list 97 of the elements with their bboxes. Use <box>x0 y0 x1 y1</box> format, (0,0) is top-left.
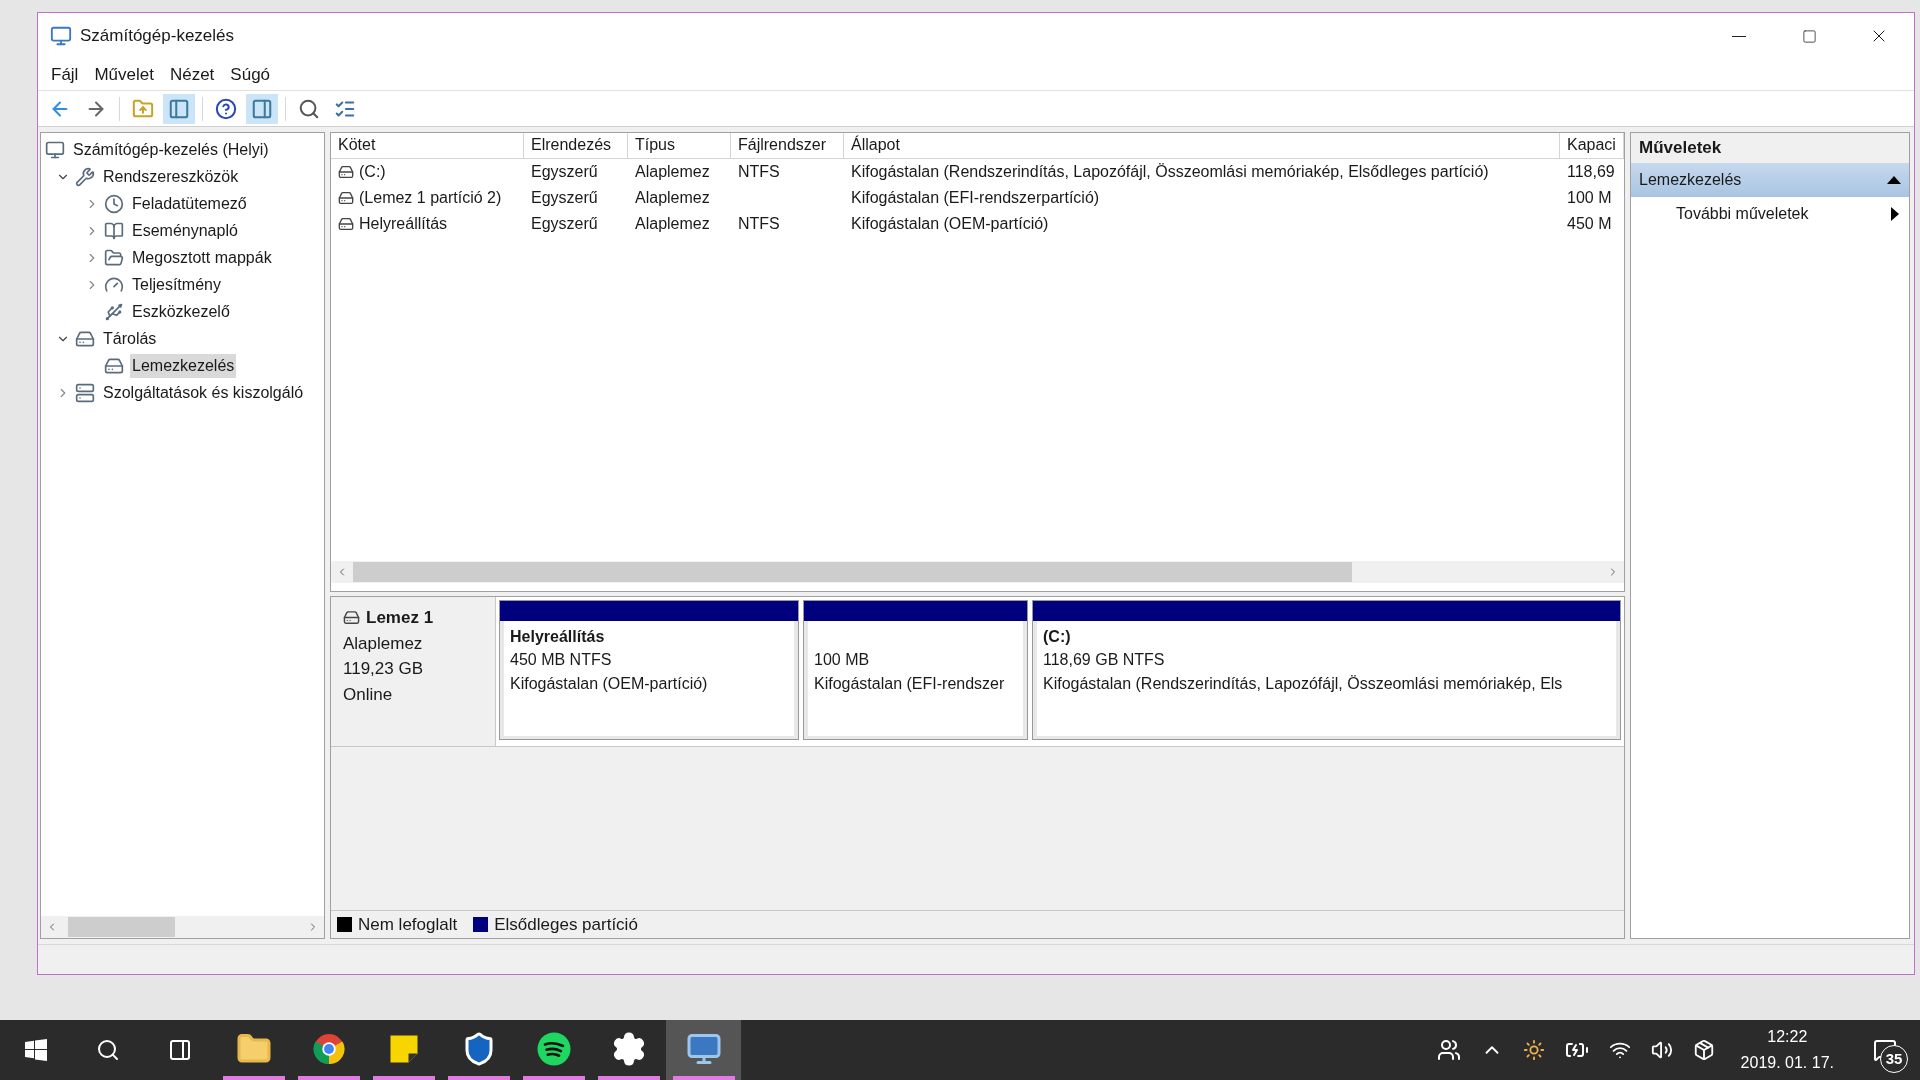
column-header[interactable]: Fájlrendszer <box>731 133 844 158</box>
table-cell-text: 118,69 <box>1567 162 1615 182</box>
partition-block[interactable]: Helyreállítás 450 MB NTFS Kifogástalan (OEM-partíció) <box>499 600 799 740</box>
partition-status: Kifogástalan (Rendszerindítás, Lapozófájl, Összeomlási memóriakép, Els <box>1043 674 1564 694</box>
maximize-icon <box>1801 28 1817 44</box>
clock[interactable]: 12:22 2019. 01. 17. <box>1734 1024 1840 1076</box>
column-header[interactable]: Állapot <box>844 133 1560 158</box>
table-cell-text: NTFS <box>738 162 780 182</box>
tree-node-icon <box>104 193 124 214</box>
tree-node-icon <box>104 301 124 322</box>
search-icon <box>96 1038 120 1062</box>
table-cell-text: Alaplemez <box>635 214 710 234</box>
monitor-icon <box>685 1031 722 1067</box>
table-cell-text: Kifogástalan (Rendszerindítás, Lapozófájl, Összeomlási memóriakép, Elsődleges partíció) <box>851 162 1489 182</box>
tree-item[interactable]: Megosztott mappák <box>130 245 274 270</box>
left-pane-icon <box>168 97 190 120</box>
table-cell-text: 100 M <box>1567 188 1612 208</box>
action-item[interactable]: További műveletek <box>1631 197 1909 231</box>
table-cell-text: (C:) <box>359 162 386 182</box>
volume-icon <box>338 190 354 206</box>
column-header[interactable]: Kapaci <box>1560 133 1624 158</box>
partition-size: 450 MB NTFS <box>510 650 613 670</box>
right-pane-icon <box>251 97 273 120</box>
tree-item[interactable]: Rendszereszközök <box>101 164 241 189</box>
tree-item[interactable]: Teljesítmény <box>130 272 223 297</box>
menu-item[interactable]: Súgó <box>223 61 278 88</box>
tree-node-icon <box>45 139 65 160</box>
disk-size: 119,23 GB <box>343 658 425 680</box>
magnifier-icon <box>298 97 320 120</box>
tree-node-icon <box>75 382 95 403</box>
volume-icon <box>338 164 354 180</box>
horizontal-scrollbar[interactable] <box>41 916 324 938</box>
column-header[interactable]: Kötet <box>331 133 524 158</box>
windows-logo-icon <box>24 1038 48 1062</box>
browser-icon <box>310 1031 347 1067</box>
tree-item[interactable]: Lemezkezelés <box>130 353 237 378</box>
disk-status: Online <box>343 683 394 706</box>
partition-size: 118,69 GB NTFS <box>1043 650 1166 670</box>
column-header[interactable]: Típus <box>628 133 731 158</box>
collapse-triangle-icon <box>1887 176 1901 184</box>
table-cell-text: Alaplemez <box>635 162 710 182</box>
partition-block[interactable]: 100 MB Kifogástalan (EFI-rendszer <box>803 600 1028 740</box>
table-cell-text: Helyreállítás <box>359 214 448 234</box>
partition-status: Kifogástalan (EFI-rendszer <box>814 674 1006 694</box>
tree-item[interactable]: Tárolás <box>101 326 159 351</box>
disk-name: Lemez 1 <box>366 607 434 629</box>
toolbar-button[interactable] <box>163 93 195 124</box>
table-cell-text: Kifogástalan (EFI-rendszerpartíció) <box>851 188 1100 208</box>
actions-section-header[interactable]: Lemezkezelés <box>1631 163 1909 197</box>
weather-icon[interactable] <box>1522 1039 1545 1061</box>
help-icon <box>215 97 237 120</box>
tree-node-icon <box>104 247 124 268</box>
table-cell-text: 450 M <box>1567 214 1612 234</box>
toolbar-button[interactable] <box>246 93 278 124</box>
window-title: Számítógép-kezelés <box>80 25 236 48</box>
tree-item[interactable]: Szolgáltatások és kiszolgáló <box>101 380 306 405</box>
legend-label: Nem lefoglalt <box>358 913 458 936</box>
table-cell-text: Egyszerű <box>531 214 598 234</box>
task-view-icon <box>168 1038 192 1062</box>
table-cell-text: Alaplemez <box>635 188 710 208</box>
volume-icon <box>338 216 354 232</box>
tree-item[interactable]: Eszközkezelő <box>130 299 232 324</box>
disk-type: Alaplemez <box>343 632 424 655</box>
table-cell-text: Egyszerű <box>531 188 598 208</box>
column-header[interactable]: Elrendezés <box>524 133 628 158</box>
scrollbar-thumb[interactable] <box>67 917 176 937</box>
tree-item[interactable]: Feladatütemező <box>130 191 249 216</box>
scrollbar-thumb[interactable] <box>353 562 1353 582</box>
menu-item[interactable]: Fájl <box>44 61 86 88</box>
notification-center-button[interactable]: 35 <box>1860 1025 1910 1075</box>
partition-title: (C:) <box>1043 627 1072 647</box>
tree-item[interactable]: Eseménynapló <box>130 218 240 243</box>
table-cell-text: Egyszerű <box>531 162 598 182</box>
submenu-triangle-icon <box>1891 207 1899 221</box>
table-cell-text: Kifogástalan (OEM-partíció) <box>851 214 1049 234</box>
music-app-icon <box>535 1031 572 1067</box>
tree-node-icon <box>75 166 95 187</box>
menu-item[interactable]: Nézet <box>162 61 222 88</box>
notification-count-badge: 35 <box>1880 1045 1908 1073</box>
tree-node-icon <box>104 220 124 241</box>
horizontal-scrollbar[interactable] <box>331 561 1624 583</box>
partition-block[interactable]: (C:) 118,69 GB NTFS Kifogástalan (Rendszerindítás, Lapozófájl, Összeomlási memóriakép, Els <box>1032 600 1621 740</box>
partition-status: Kifogástalan (OEM-partíció) <box>510 674 709 694</box>
legend-label: Elsődleges partíció <box>494 913 638 936</box>
partition-size: 100 MB <box>814 650 871 670</box>
app-icon <box>50 25 72 47</box>
folder-up-icon <box>132 97 154 120</box>
actions-title: Műveletek <box>1639 137 1722 160</box>
box-icon[interactable] <box>1692 1039 1715 1061</box>
partition-title: Helyreállítás <box>510 627 606 647</box>
volume-icon[interactable] <box>1650 1039 1673 1061</box>
table-cell-text: (Lemez 1 partíció 2) <box>359 188 502 208</box>
people-icon[interactable] <box>1436 1038 1461 1062</box>
tree-item[interactable]: Számítógép-kezelés (Helyi) <box>71 137 271 162</box>
table-cell-text: NTFS <box>738 214 780 234</box>
menu-item[interactable]: Művelet <box>87 61 161 88</box>
minimize-icon <box>1732 35 1746 37</box>
